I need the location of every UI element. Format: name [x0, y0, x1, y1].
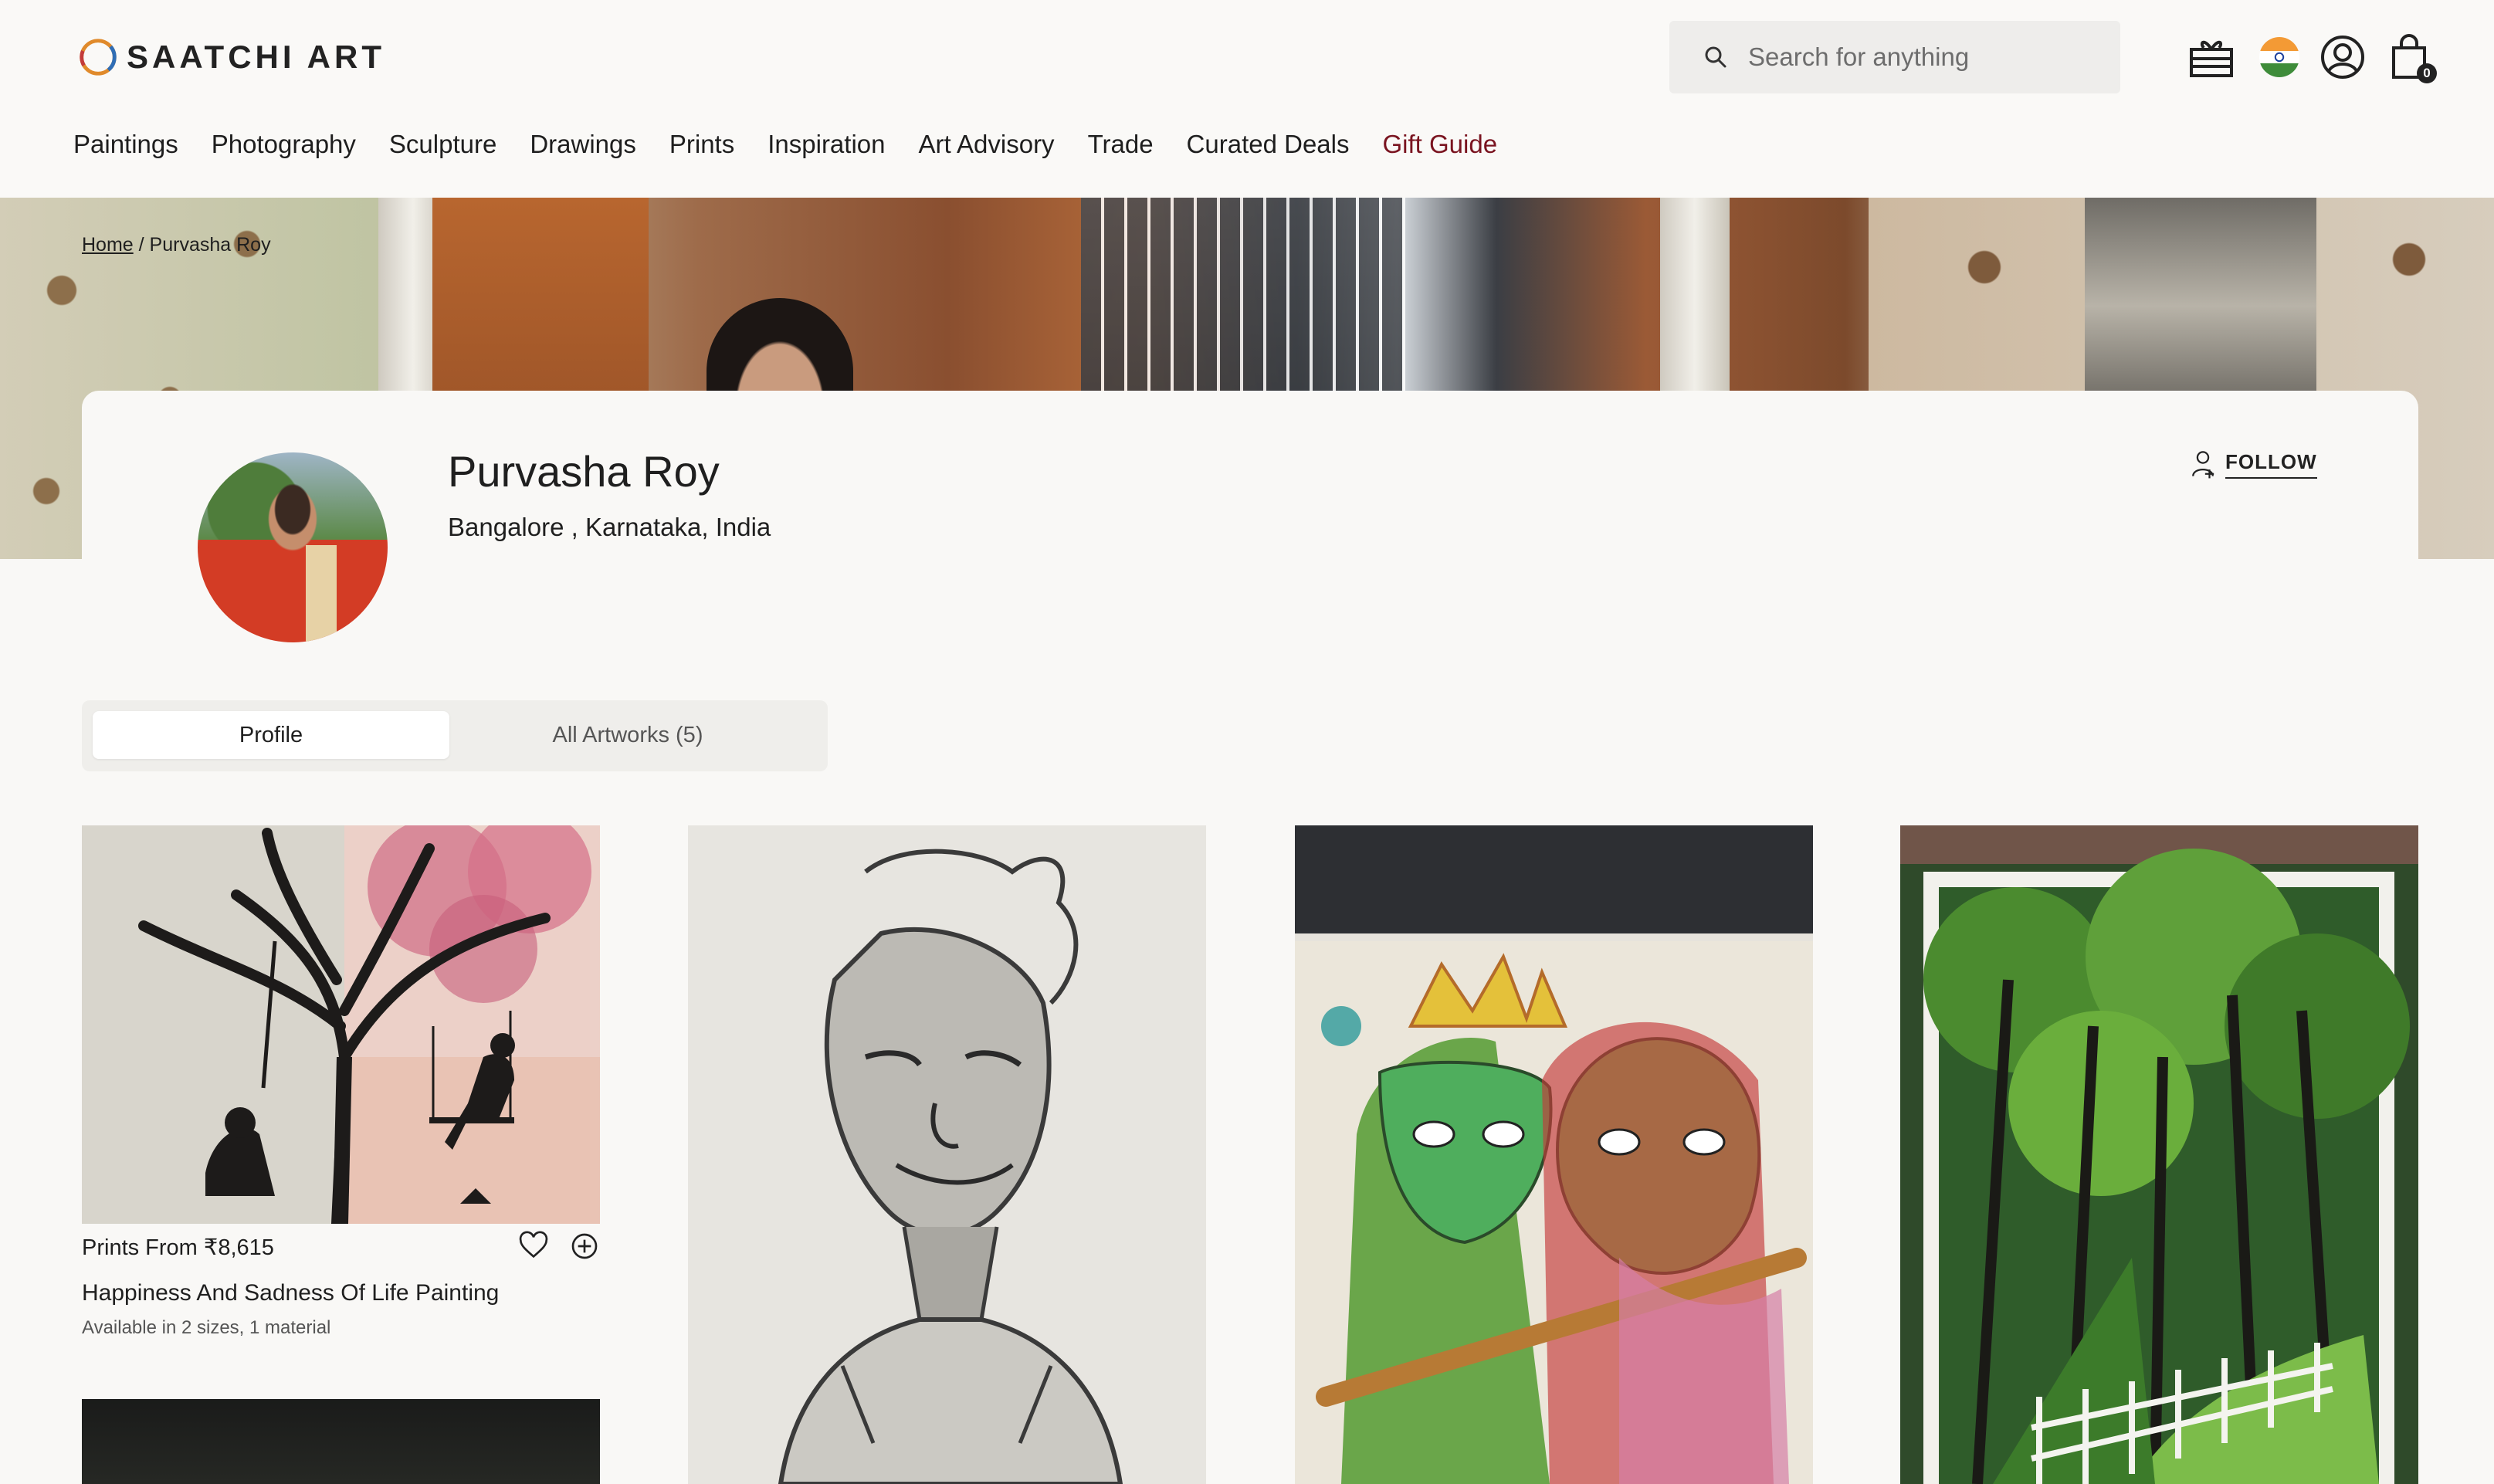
user-icon[interactable] [2318, 32, 2367, 82]
artwork-radha-krishna [1295, 825, 1813, 1484]
nav-drawings[interactable]: Drawings [530, 122, 636, 167]
artwork-availability: Available in 2 sizes, 1 material [82, 1317, 331, 1338]
follow-user-icon [2192, 451, 2214, 479]
profile-tabs: Profile All Artworks (5) [82, 700, 828, 771]
heart-icon[interactable] [518, 1231, 549, 1262]
avatar-detail [306, 545, 337, 642]
artwork-price: Prints From ₹8,615 [82, 1235, 274, 1260]
nav-inspiration[interactable]: Inspiration [768, 122, 885, 167]
shopping-bag-icon[interactable]: 0 [2384, 32, 2437, 83]
artwork-forest-path [1900, 825, 2418, 1484]
add-to-collection-icon[interactable] [569, 1231, 600, 1262]
search-input[interactable] [1747, 42, 2109, 73]
main-nav: Paintings Photography Sculpture Drawings… [73, 122, 1530, 167]
breadcrumb-home[interactable]: Home [82, 234, 134, 256]
india-flag-icon[interactable] [2255, 32, 2304, 82]
nav-art-advisory[interactable]: Art Advisory [919, 122, 1055, 167]
cart-count-badge: 0 [2417, 63, 2437, 83]
artist-location: Bangalore , Karnataka, India [448, 513, 771, 541]
artwork-image[interactable] [1900, 825, 2418, 1484]
artist-name: Purvasha Roy [448, 447, 720, 496]
artwork-pencil-portrait [688, 825, 1206, 1484]
artwork-image[interactable] [82, 825, 600, 1224]
artwork-image[interactable] [82, 1399, 600, 1484]
nav-trade[interactable]: Trade [1088, 122, 1154, 167]
tab-all-artworks[interactable]: All Artworks (5) [449, 711, 806, 759]
artwork-happiness-sadness [82, 825, 600, 1224]
tab-profile[interactable]: Profile [93, 711, 449, 759]
nav-photography[interactable]: Photography [212, 122, 356, 167]
nav-paintings[interactable]: Paintings [73, 122, 178, 167]
saatchi-art-logo[interactable]: SAATCHI ART [76, 34, 385, 80]
nav-gift-guide[interactable]: Gift Guide [1383, 122, 1498, 167]
follow-label: FOLLOW [2225, 450, 2317, 479]
artwork-title[interactable]: Happiness And Sadness Of Life Painting [82, 1280, 499, 1306]
artwork-image[interactable] [688, 825, 1206, 1484]
logo-mark-icon [80, 39, 117, 76]
nav-prints[interactable]: Prints [669, 122, 734, 167]
nav-curated-deals[interactable]: Curated Deals [1187, 122, 1350, 167]
artwork-image[interactable] [1295, 825, 1813, 1484]
gift-icon[interactable] [2187, 32, 2236, 82]
search-icon [1705, 46, 1726, 68]
follow-button[interactable]: FOLLOW [2190, 445, 2317, 483]
artist-profile-card: Purvasha Roy Bangalore , Karnataka, Indi… [82, 391, 2418, 715]
brand-name: SAATCHI ART [127, 39, 385, 75]
breadcrumb-separator: / [138, 234, 144, 256]
artwork-actions [518, 1231, 600, 1262]
artist-avatar [198, 452, 388, 642]
site-header: SAATCHI ART Search for anything 0 Painti… [0, 0, 2494, 198]
search-bar[interactable] [1669, 21, 2120, 93]
breadcrumb: Home / Purvasha Roy [82, 234, 271, 256]
nav-sculpture[interactable]: Sculpture [389, 122, 496, 167]
breadcrumb-current: Purvasha Roy [149, 234, 271, 256]
